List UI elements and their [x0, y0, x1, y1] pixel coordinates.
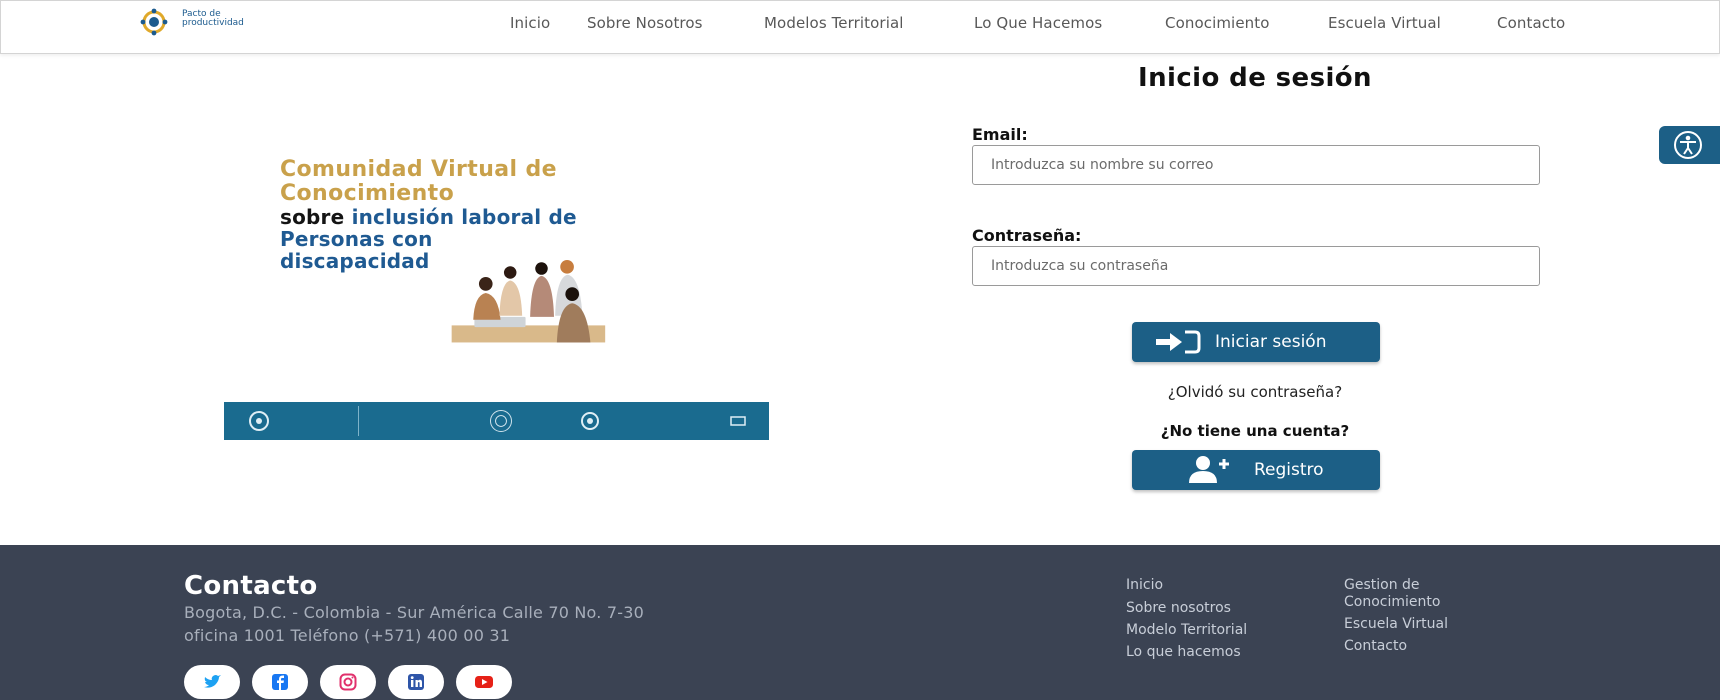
logo-text-line2: productividad	[182, 18, 244, 28]
band-divider	[358, 406, 359, 436]
site-logo[interactable]: Pacto de productividad	[137, 5, 259, 45]
hero-subtitle-line1: sobre inclusión laboral de	[280, 206, 577, 228]
footer-link-escuela-virtual[interactable]: Escuela Virtual	[1344, 616, 1448, 633]
footer-address-line2: oficina 1001 Teléfono (+571) 400 00 31	[184, 626, 511, 645]
password-input[interactable]	[972, 246, 1540, 286]
login-button-label: Iniciar sesión	[1215, 332, 1327, 352]
hero-title-line1: Comunidad Virtual de	[280, 157, 557, 182]
sign-in-icon	[1156, 330, 1201, 354]
nav-conocimiento[interactable]: Conocimiento	[1165, 14, 1270, 32]
partner-logo-icon	[581, 412, 599, 430]
hero-banner: Comunidad Virtual de Conocimiento sobre …	[224, 150, 769, 440]
hero-subtitle-line2: Personas con	[280, 227, 433, 251]
footer-link-gestion-conocimiento[interactable]: Gestion de Conocimiento	[1344, 577, 1494, 611]
nav-modelos-territorial[interactable]: Modelos Territorial	[764, 14, 904, 32]
password-label: Contraseña:	[972, 226, 1082, 245]
forgot-password-link[interactable]: ¿Olvidó su contraseña?	[1080, 383, 1430, 401]
youtube-icon	[475, 676, 493, 688]
login-button[interactable]: Iniciar sesión	[1132, 322, 1380, 362]
twitter-button[interactable]	[184, 665, 240, 699]
partner-seal-icon	[490, 410, 512, 432]
rpci-logo-icon	[730, 416, 746, 426]
instagram-icon	[339, 673, 357, 691]
youtube-button[interactable]	[456, 665, 512, 699]
footer-link-modelo-territorial[interactable]: Modelo Territorial	[1126, 622, 1247, 639]
facebook-icon	[272, 674, 288, 690]
twitter-icon	[204, 675, 221, 688]
nav-sobre-nosotros[interactable]: Sobre Nosotros	[587, 14, 703, 32]
add-user-icon	[1189, 456, 1229, 483]
nav-inicio[interactable]: Inicio	[510, 14, 550, 32]
nav-escuela-virtual[interactable]: Escuela Virtual	[1328, 14, 1441, 32]
login-title: Inicio de sesión	[1138, 63, 1372, 93]
footer-link-contacto[interactable]: Contacto	[1344, 638, 1407, 655]
register-button-label: Registro	[1254, 460, 1324, 480]
team-photo	[451, 260, 606, 343]
footer-link-sobre-nosotros[interactable]: Sobre nosotros	[1126, 600, 1231, 617]
logo-mark-icon	[140, 8, 168, 36]
footer-title: Contacto	[184, 571, 318, 601]
instagram-button[interactable]	[320, 665, 376, 699]
email-label: Email:	[972, 125, 1028, 144]
footer-link-inicio[interactable]: Inicio	[1126, 577, 1163, 594]
accessibility-button[interactable]	[1659, 126, 1720, 164]
accessibility-icon	[1674, 131, 1702, 159]
email-input[interactable]	[972, 145, 1540, 185]
nav-contacto[interactable]: Contacto	[1497, 14, 1565, 32]
facebook-button[interactable]	[252, 665, 308, 699]
hero-subtitle-part-b: inclusión laboral de	[351, 205, 577, 229]
hero-subtitle-part-a: sobre	[280, 205, 352, 229]
partner-logos-band	[224, 402, 769, 440]
nav-lo-que-hacemos[interactable]: Lo Que Hacemos	[974, 14, 1102, 32]
no-account-text: ¿No tiene una cuenta?	[1160, 422, 1350, 440]
site-header: Pacto de productividad Inicio Sobre Noso…	[0, 0, 1720, 54]
hero-title-line2: Conocimiento	[280, 181, 455, 206]
linkedin-button[interactable]	[388, 665, 444, 699]
pacto-logo-icon	[249, 411, 269, 431]
footer-link-lo-que-hacemos[interactable]: Lo que hacemos	[1126, 644, 1241, 661]
site-footer: Contacto Bogota, D.C. - Colombia - Sur A…	[0, 545, 1720, 700]
footer-address-line1: Bogota, D.C. - Colombia - Sur América Ca…	[184, 603, 644, 622]
register-button[interactable]: Registro	[1132, 450, 1380, 490]
linkedin-icon	[408, 674, 424, 690]
